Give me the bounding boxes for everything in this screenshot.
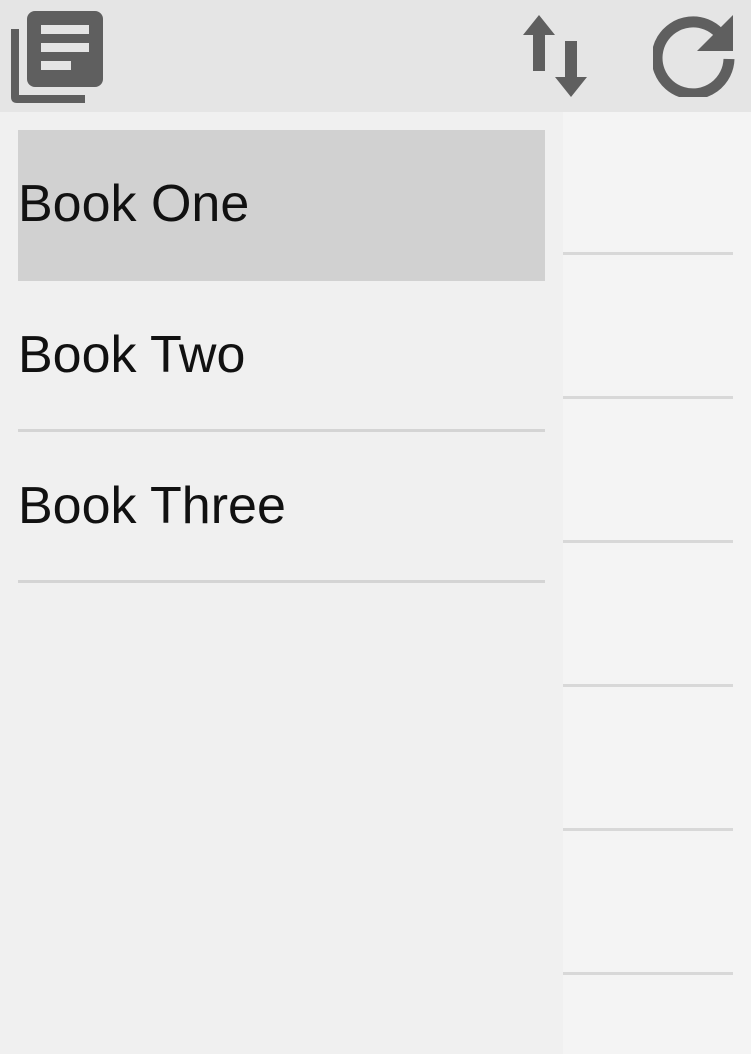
book-item-one[interactable]: Book One bbox=[18, 130, 545, 281]
book-label: Book One bbox=[18, 175, 250, 233]
app-window: Book One Book Two Book Three bbox=[0, 0, 751, 1054]
swap-vertical-icon bbox=[523, 15, 587, 97]
navigation-drawer: Book One Book Two Book Three bbox=[0, 112, 563, 1054]
list-divider bbox=[563, 252, 733, 255]
sort-button[interactable] bbox=[515, 10, 595, 102]
list-divider bbox=[563, 540, 733, 543]
list-divider bbox=[563, 828, 733, 831]
refresh-icon bbox=[653, 15, 735, 97]
toolbar bbox=[0, 0, 751, 112]
book-item-two[interactable]: Book Two bbox=[18, 281, 545, 432]
list-divider bbox=[563, 396, 733, 399]
book-label: Book Three bbox=[18, 477, 286, 535]
library-books-icon bbox=[11, 11, 103, 103]
library-button[interactable] bbox=[6, 6, 106, 106]
refresh-button[interactable] bbox=[652, 12, 738, 98]
list-divider bbox=[563, 684, 733, 687]
book-label: Book Two bbox=[18, 326, 246, 384]
list-divider bbox=[563, 972, 733, 975]
book-item-three[interactable]: Book Three bbox=[18, 432, 545, 583]
book-list: Book One Book Two Book Three bbox=[18, 130, 545, 583]
